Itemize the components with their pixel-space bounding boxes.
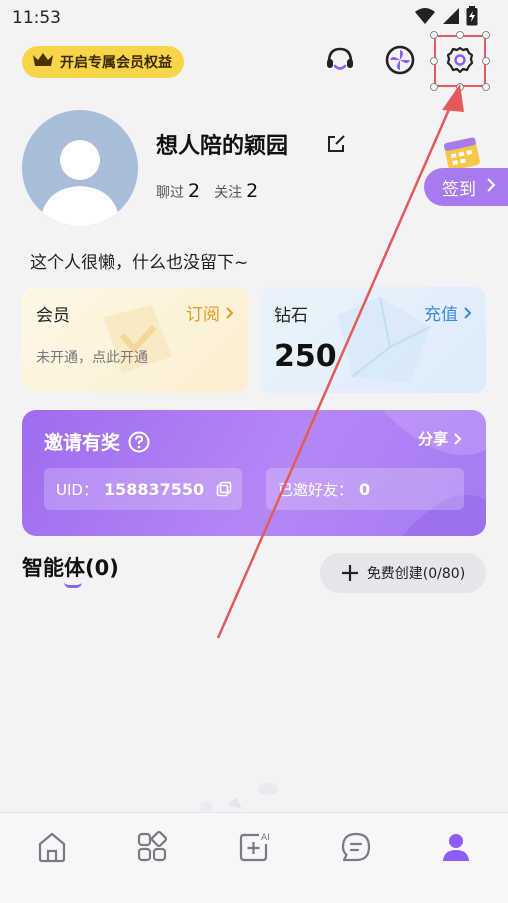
home-icon <box>38 832 66 863</box>
highlight-handle <box>482 83 490 91</box>
stat-value: 2 <box>246 180 259 202</box>
ai-create-icon: AI <box>239 833 270 862</box>
nav-discover[interactable] <box>132 827 172 867</box>
uid-value: 158837550 <box>103 479 205 499</box>
highlight-handle <box>430 31 438 39</box>
copy-icon[interactable] <box>216 481 232 497</box>
customer-service-button[interactable] <box>322 44 358 80</box>
recharge-link[interactable]: 充值 <box>424 300 472 325</box>
battery-icon <box>466 6 478 30</box>
recharge-label: 充值 <box>424 305 458 325</box>
agents-section-title: 智能体(0) <box>22 556 119 580</box>
highlight-handle <box>456 83 464 91</box>
empty-state-illustration <box>200 783 278 813</box>
wifi-icon <box>414 7 436 29</box>
highlight-handle <box>456 31 464 39</box>
stat-chatted[interactable]: 聊过 2 <box>156 180 200 202</box>
highlight-handle <box>430 57 438 65</box>
share-link[interactable]: 分享 <box>418 428 462 449</box>
vip-card-title: 会员 <box>36 306 70 326</box>
uid-field: UID： 158837550 <box>44 468 242 510</box>
help-icon[interactable] <box>128 431 150 453</box>
invite-banner[interactable]: 邀请有奖 分享 UID： 158837550 已邀好友： 0 <box>22 410 486 536</box>
invite-title: 邀请有奖 <box>44 428 150 455</box>
theme-button[interactable] <box>382 44 418 80</box>
username: 想人陪的颖园 <box>156 134 289 159</box>
chevron-right-icon <box>486 177 496 197</box>
default-avatar-icon <box>40 140 120 226</box>
chevron-right-icon <box>454 432 462 445</box>
subscribe-link[interactable]: 订阅 <box>186 300 234 325</box>
signal-icon <box>442 7 460 29</box>
signin-label: 签到 <box>442 179 476 200</box>
invite-title-text: 邀请有奖 <box>44 432 121 454</box>
vip-status-text: 未开通，点此开通 <box>36 350 148 366</box>
stat-label: 关注 <box>214 185 243 201</box>
chevron-right-icon <box>226 306 234 319</box>
nav-messages[interactable] <box>336 827 376 867</box>
share-label: 分享 <box>417 430 448 448</box>
highlight-handle <box>482 57 490 65</box>
invited-friends-field: 已邀好友： 0 <box>266 468 464 510</box>
create-agent-label: 免费创建(0/80) <box>366 566 466 582</box>
stat-label: 聊过 <box>156 185 184 201</box>
signin-button[interactable]: 签到 <box>424 168 508 206</box>
apps-icon <box>137 831 168 862</box>
status-time: 11:53 <box>12 8 61 28</box>
headset-icon <box>324 44 356 80</box>
vip-benefits-label: 开启专属会员权益 <box>60 55 172 71</box>
profile-icon <box>443 834 469 861</box>
vip-card[interactable]: 会员 订阅 未开通，点此开通 <box>22 287 248 393</box>
stat-value: 2 <box>188 180 201 202</box>
nav-home[interactable] <box>32 827 72 867</box>
uid-label: UID： <box>56 480 98 499</box>
vip-benefits-button[interactable]: 开启专属会员权益 <box>22 46 184 78</box>
profile-stats: 聊过 2 关注 2 <box>156 180 258 202</box>
invited-count: 0 <box>359 479 371 499</box>
tab-underline <box>64 582 82 588</box>
nav-ai-create[interactable]: AI <box>234 827 274 867</box>
chevron-right-icon <box>464 306 472 319</box>
highlight-handle <box>482 31 490 39</box>
create-agent-button[interactable]: 免费创建(0/80) <box>320 553 486 593</box>
crown-icon <box>32 52 54 72</box>
pinwheel-icon <box>384 44 416 80</box>
diamond-card-title: 钻石 <box>274 306 308 326</box>
status-icons <box>414 6 478 30</box>
highlight-handle <box>430 83 438 91</box>
bio-text: 这个人很懒，什么也没留下~ <box>30 253 249 273</box>
edit-profile-icon[interactable] <box>326 134 346 158</box>
avatar[interactable] <box>22 110 138 226</box>
messages-icon <box>341 832 371 862</box>
bottom-navigation: AI <box>0 812 508 903</box>
plus-icon <box>341 565 358 581</box>
diamond-amount: 250 <box>274 339 337 374</box>
subscribe-label: 订阅 <box>186 305 220 325</box>
nav-profile[interactable] <box>436 827 476 867</box>
invited-label: 已邀好友： <box>278 480 354 499</box>
diamond-card[interactable]: 钻石 充值 250 <box>260 287 486 393</box>
stat-following[interactable]: 关注 2 <box>214 180 258 202</box>
settings-highlight-box <box>434 35 486 87</box>
svg-text:AI: AI <box>261 833 270 843</box>
